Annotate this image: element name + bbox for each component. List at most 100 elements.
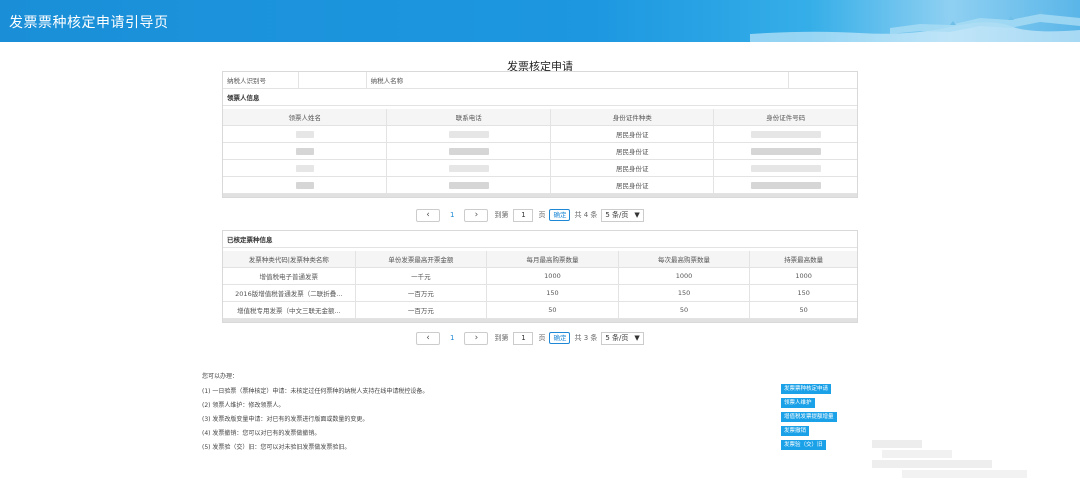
horizontal-scrollbar[interactable] bbox=[223, 319, 857, 322]
invoice-verify-old-button[interactable]: 发票验（交）旧 bbox=[781, 440, 826, 450]
chevron-left-icon: ‹ bbox=[426, 333, 430, 343]
invoice-section-title: 已核定票种信息 bbox=[227, 236, 273, 244]
table-row: 居民身份证 bbox=[223, 143, 857, 160]
redacted-id-number bbox=[750, 164, 821, 172]
recipient-table-header: 领票人姓名 联系电话 身份证件种类 身份证件号码 bbox=[223, 109, 857, 126]
taxpayer-id-label: 纳税人识别号 bbox=[223, 72, 299, 88]
invoice-per-time: 50 bbox=[619, 302, 751, 318]
chevron-left-icon: ‹ bbox=[426, 210, 430, 220]
goto-page-input[interactable]: 1 bbox=[513, 208, 534, 222]
goto-prefix: 到第 bbox=[494, 334, 509, 342]
invoice-hold: 150 bbox=[797, 289, 810, 297]
redacted-id-number bbox=[750, 147, 821, 155]
chevron-right-icon: › bbox=[474, 333, 479, 343]
operations-list: 您可以办理： (1) 一日验票（票种核定）申请：未核定过任何票种的纳税人支持在线… bbox=[202, 372, 428, 455]
redacted-name bbox=[295, 164, 314, 172]
invoice-per-time: 150 bbox=[619, 285, 751, 301]
id-type-cell: 居民身份证 bbox=[551, 160, 715, 176]
goto-page-input[interactable]: 1 bbox=[513, 331, 534, 345]
redacted-phone bbox=[448, 181, 489, 189]
page-size-value: 5 条/页 bbox=[605, 211, 629, 219]
invoice-monthly: 50 bbox=[487, 302, 619, 318]
total-count: 共 3 条 bbox=[574, 334, 598, 342]
prev-page-button[interactable]: ‹ bbox=[416, 331, 440, 345]
goto-suffix: 页 bbox=[538, 334, 546, 342]
invoice-monthly: 1000 bbox=[487, 268, 619, 284]
table-row: 居民身份证 bbox=[223, 126, 857, 143]
taxpayer-name-label: 纳税人名称 bbox=[367, 72, 790, 88]
invoice-hold: 50 bbox=[799, 306, 808, 314]
total-count: 共 4 条 bbox=[574, 211, 598, 219]
recipient-maintain-button[interactable]: 领票人维护 bbox=[781, 398, 815, 408]
col-per-time-max: 每次最高购票数量 bbox=[619, 251, 751, 267]
redacted-phone bbox=[448, 130, 489, 138]
redacted-phone bbox=[448, 164, 489, 172]
col-recipient-name: 领票人姓名 bbox=[223, 109, 388, 125]
id-type-cell: 居民身份证 bbox=[551, 126, 715, 142]
vat-quota-increase-button[interactable]: 增值税发票提额增量 bbox=[781, 412, 837, 422]
col-id-type: 身份证件种类 bbox=[551, 109, 715, 125]
goto-prefix: 到第 bbox=[494, 211, 509, 219]
list-item: (3) 发票改版变量申请：对已有的发票进行版面或数量的变更。 bbox=[202, 416, 369, 423]
redacted-name bbox=[295, 181, 314, 189]
recipient-section-header: 领票人信息 bbox=[223, 89, 857, 106]
redacted-name bbox=[295, 130, 314, 138]
recipient-pagination: ‹ 1 › 到第 1 页 确定 共 4 条 5 条/页 ▼ bbox=[416, 208, 644, 222]
goto-suffix: 页 bbox=[538, 211, 546, 219]
invoice-per-time: 1000 bbox=[619, 268, 751, 284]
col-hold-max: 持票最高数量 bbox=[784, 256, 824, 264]
header-title: 发票票种核定申请引导页 bbox=[9, 15, 169, 31]
invoice-name: 增值税专用发票（中文三联无金额... bbox=[223, 302, 356, 318]
table-row: 居民身份证 bbox=[223, 160, 857, 177]
next-page-button[interactable]: › bbox=[464, 208, 489, 222]
next-page-button[interactable]: › bbox=[464, 331, 489, 345]
table-row: 居民身份证 bbox=[223, 177, 857, 194]
recipient-panel: 纳税人识别号 纳税人名称 领票人信息 领票人姓名 联系电话 身份证件种类 身份证… bbox=[222, 71, 858, 198]
invoice-cancel-button[interactable]: 发票撤销 bbox=[781, 426, 810, 436]
invoice-type-apply-button[interactable]: 发票票种核定申请 bbox=[781, 384, 832, 394]
page-size-value: 5 条/页 bbox=[605, 334, 629, 342]
chevron-right-icon: › bbox=[474, 210, 479, 220]
invoice-max-amount: 一百万元 bbox=[356, 285, 488, 301]
table-row: 增值税电子普通发票 一千元 1000 1000 1000 bbox=[223, 268, 857, 285]
page-size-select[interactable]: 5 条/页 ▼ bbox=[601, 331, 644, 345]
taxpayer-row: 纳税人识别号 纳税人名称 bbox=[223, 72, 857, 89]
table-row: 2016版增值税普通发票（二联折叠... 一百万元 150 150 150 bbox=[223, 285, 857, 302]
list-item: (2) 领票人维护：修改领票人。 bbox=[202, 402, 285, 409]
list-item: (5) 发票验（交）旧：您可以对未验旧发票做发票验旧。 bbox=[202, 444, 351, 451]
goto-confirm-button[interactable]: 确定 bbox=[549, 209, 571, 221]
redacted-watermark bbox=[872, 440, 1032, 484]
id-type-cell: 居民身份证 bbox=[551, 177, 715, 193]
col-invoice-type: 发票种类代码|发票种类名称 bbox=[223, 251, 356, 267]
col-max-amount: 单份发票最高开票金额 bbox=[356, 251, 488, 267]
redacted-phone bbox=[448, 147, 489, 155]
invoice-name: 增值税电子普通发票 bbox=[223, 268, 356, 284]
current-page[interactable]: 1 bbox=[450, 211, 454, 219]
great-wall-decoration bbox=[750, 9, 1080, 42]
header-bar: 发票票种核定申请引导页 bbox=[0, 0, 1080, 42]
id-type-cell: 居民身份证 bbox=[551, 143, 715, 159]
invoice-max-amount: 一百万元 bbox=[356, 302, 488, 318]
list-item: (1) 一日验票（票种核定）申请：未核定过任何票种的纳税人支持在线申请税控设备。 bbox=[202, 388, 429, 395]
chevron-down-icon: ▼ bbox=[634, 211, 640, 219]
horizontal-scrollbar[interactable] bbox=[223, 194, 857, 197]
invoice-section-header: 已核定票种信息 bbox=[223, 231, 857, 248]
goto-confirm-button[interactable]: 确定 bbox=[549, 332, 571, 344]
operations-intro: 您可以办理： bbox=[202, 373, 239, 380]
current-page[interactable]: 1 bbox=[450, 334, 454, 342]
prev-page-button[interactable]: ‹ bbox=[416, 208, 440, 222]
table-row: 增值税专用发票（中文三联无金额... 一百万元 50 50 50 bbox=[223, 302, 857, 319]
invoice-name: 2016版增值税普通发票（二联折叠... bbox=[223, 285, 356, 301]
invoice-max-amount: 一千元 bbox=[356, 268, 488, 284]
col-id-number: 身份证件号码 bbox=[766, 114, 806, 122]
invoice-hold: 1000 bbox=[795, 272, 812, 280]
page-size-select[interactable]: 5 条/页 ▼ bbox=[601, 208, 644, 222]
taxpayer-name-value bbox=[789, 72, 857, 88]
invoice-monthly: 150 bbox=[487, 285, 619, 301]
taxpayer-id-value bbox=[299, 72, 367, 88]
col-monthly-max: 每月最高购票数量 bbox=[487, 251, 619, 267]
invoice-table-header: 发票种类代码|发票种类名称 单份发票最高开票金额 每月最高购票数量 每次最高购票… bbox=[223, 251, 857, 268]
invoice-panel: 已核定票种信息 发票种类代码|发票种类名称 单份发票最高开票金额 每月最高购票数… bbox=[222, 230, 858, 323]
chevron-down-icon: ▼ bbox=[634, 334, 640, 342]
list-item: (4) 发票撤销：您可以对已有的发票做撤销。 bbox=[202, 430, 321, 437]
